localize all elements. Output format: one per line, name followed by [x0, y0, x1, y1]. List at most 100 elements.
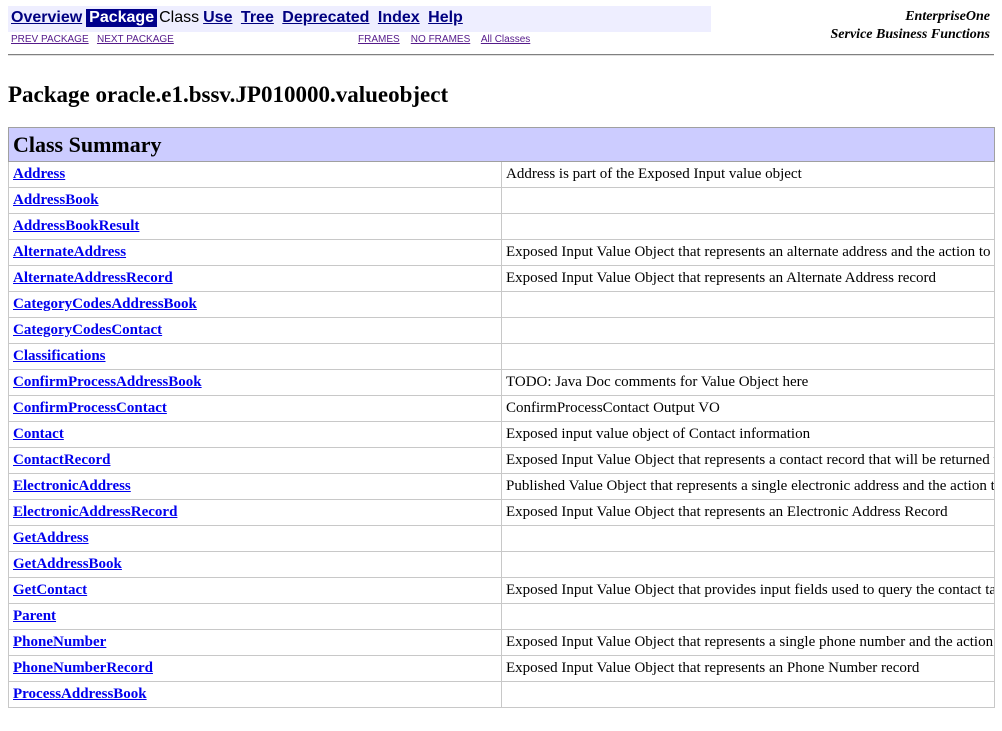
next-package-link[interactable]: NEXT PACKAGE [97, 34, 174, 45]
class-link[interactable]: Classifications [13, 348, 106, 364]
prev-package-link[interactable]: PREV PACKAGE [11, 34, 89, 45]
class-name-cell: ElectronicAddressRecord [8, 499, 502, 526]
table-row: ProcessAddressBook [8, 681, 995, 708]
table-row: ElectronicAddress Published Value Object … [8, 473, 995, 500]
class-link[interactable]: ConfirmProcessAddressBook [13, 374, 202, 390]
class-name-cell: ConfirmProcessContact [8, 395, 502, 422]
table-row: AlternateAddressRecord Exposed Input Valu… [8, 265, 995, 292]
table-row: GetContact Exposed Input Value Object tha… [8, 577, 995, 604]
nav-class-label: Class [159, 9, 200, 26]
table-row: Contact Exposed input value object of Con… [8, 421, 995, 448]
nav-index-link[interactable]: Index [378, 9, 420, 26]
class-description [501, 525, 995, 552]
class-link[interactable]: ConfirmProcessContact [13, 400, 167, 416]
nav-tree-link[interactable]: Tree [241, 9, 274, 26]
page-title: Package oracle.e1.bssv.JP010000.valueobj… [8, 82, 449, 107]
class-link[interactable]: CategoryCodesContact [13, 322, 162, 338]
class-description [501, 343, 995, 370]
nav-items: Overview Package Class Use Tree Deprecated … [11, 9, 467, 27]
class-link[interactable]: PhoneNumber [13, 634, 106, 650]
class-description: Exposed Input Value Object that represen… [501, 629, 995, 656]
class-description: Address is part of the Exposed Input val… [501, 161, 995, 188]
class-summary-table: Class Summary Address Address is part of … [8, 127, 995, 708]
brand-header: EnterpriseOne Service Business Functions [831, 8, 990, 44]
no-frames-link[interactable]: NO FRAMES [411, 34, 470, 45]
class-description [501, 681, 995, 708]
class-name-cell: ContactRecord [8, 447, 502, 474]
class-link[interactable]: AddressBook [13, 192, 99, 208]
class-link[interactable]: AddressBookResult [13, 218, 139, 234]
class-link[interactable]: GetAddressBook [13, 556, 122, 572]
class-name-cell: Address [8, 161, 502, 188]
class-link[interactable]: GetContact [13, 582, 87, 598]
nav-use-link[interactable]: Use [203, 9, 232, 26]
class-name-cell: PhoneNumberRecord [8, 655, 502, 682]
class-description [501, 603, 995, 630]
table-row: Address Address is part of the Exposed In… [8, 161, 995, 188]
class-name-cell: CategoryCodesAddressBook [8, 291, 502, 318]
class-description: TODO: Java Doc comments for Value Object… [501, 369, 995, 396]
frames-link[interactable]: FRAMES [358, 34, 400, 45]
table-row: CategoryCodesAddressBook [8, 291, 995, 318]
class-description [501, 291, 995, 318]
class-name-cell: GetAddress [8, 525, 502, 552]
class-description: Published Value Object that represents a… [501, 473, 995, 500]
table-row: Classifications [8, 343, 995, 370]
table-row: PhoneNumberRecord Exposed Input Value Obj… [8, 655, 995, 682]
class-link[interactable]: Parent [13, 608, 56, 624]
class-link[interactable]: ElectronicAddress [13, 478, 131, 494]
table-row: AlternateAddress Exposed Input Value Obje… [8, 239, 995, 266]
class-description: Exposed Input Value Object that represen… [501, 447, 995, 474]
class-description: Exposed Input Value Object that represen… [501, 265, 995, 292]
class-description [501, 317, 995, 344]
class-description: Exposed Input Value Object that represen… [501, 239, 995, 266]
header-divider [8, 54, 994, 56]
frames-nav: FRAMES NO FRAMES All Classes [358, 34, 530, 45]
package-nav: PREV PACKAGE NEXT PACKAGE [11, 34, 174, 45]
class-name-cell: AlternateAddress [8, 239, 502, 266]
class-name-cell: AddressBookResult [8, 213, 502, 240]
class-link[interactable]: PhoneNumberRecord [13, 660, 153, 676]
table-row: Parent [8, 603, 995, 630]
class-description: ConfirmProcessContact Output VO [501, 395, 995, 422]
class-name-cell: GetContact [8, 577, 502, 604]
class-link[interactable]: CategoryCodesAddressBook [13, 296, 197, 312]
nav-help-link[interactable]: Help [428, 9, 463, 26]
class-summary-body: Address Address is part of the Exposed In… [8, 161, 995, 708]
top-nav-bar: Overview Package Class Use Tree Deprecated … [8, 6, 711, 32]
class-name-cell: ProcessAddressBook [8, 681, 502, 708]
class-link[interactable]: Address [13, 166, 65, 182]
table-row: ConfirmProcessAddressBook TODO: Java Doc … [8, 369, 995, 396]
class-description [501, 187, 995, 214]
class-description [501, 213, 995, 240]
table-header-row: Class Summary [8, 127, 995, 162]
class-name-cell: GetAddressBook [8, 551, 502, 578]
table-row: AddressBook [8, 187, 995, 214]
class-link[interactable]: AlternateAddressRecord [13, 270, 173, 286]
class-link[interactable]: Contact [13, 426, 64, 442]
class-summary-header: Class Summary [8, 127, 995, 162]
class-link[interactable]: ElectronicAddressRecord [13, 504, 177, 520]
class-name-cell: ConfirmProcessAddressBook [8, 369, 502, 396]
nav-package-current: Package [86, 9, 158, 27]
class-link[interactable]: ContactRecord [13, 452, 110, 468]
class-link[interactable]: ProcessAddressBook [13, 686, 147, 702]
class-link[interactable]: AlternateAddress [13, 244, 126, 260]
class-name-cell: AddressBook [8, 187, 502, 214]
class-name-cell: Contact [8, 421, 502, 448]
class-name-cell: ElectronicAddress [8, 473, 502, 500]
table-row: GetAddressBook [8, 551, 995, 578]
class-description: Exposed input value object of Contact in… [501, 421, 995, 448]
table-row: CategoryCodesContact [8, 317, 995, 344]
class-description: Exposed Input Value Object that represen… [501, 499, 995, 526]
class-name-cell: CategoryCodesContact [8, 317, 502, 344]
nav-deprecated-link[interactable]: Deprecated [282, 9, 369, 26]
table-row: GetAddress [8, 525, 995, 552]
all-classes-link[interactable]: All Classes [481, 34, 530, 45]
table-row: ConfirmProcessContact ConfirmProcessConta… [8, 395, 995, 422]
class-link[interactable]: GetAddress [13, 530, 89, 546]
nav-overview-link[interactable]: Overview [11, 9, 82, 26]
table-row: ElectronicAddressRecord Exposed Input Val… [8, 499, 995, 526]
class-name-cell: AlternateAddressRecord [8, 265, 502, 292]
class-name-cell: PhoneNumber [8, 629, 502, 656]
